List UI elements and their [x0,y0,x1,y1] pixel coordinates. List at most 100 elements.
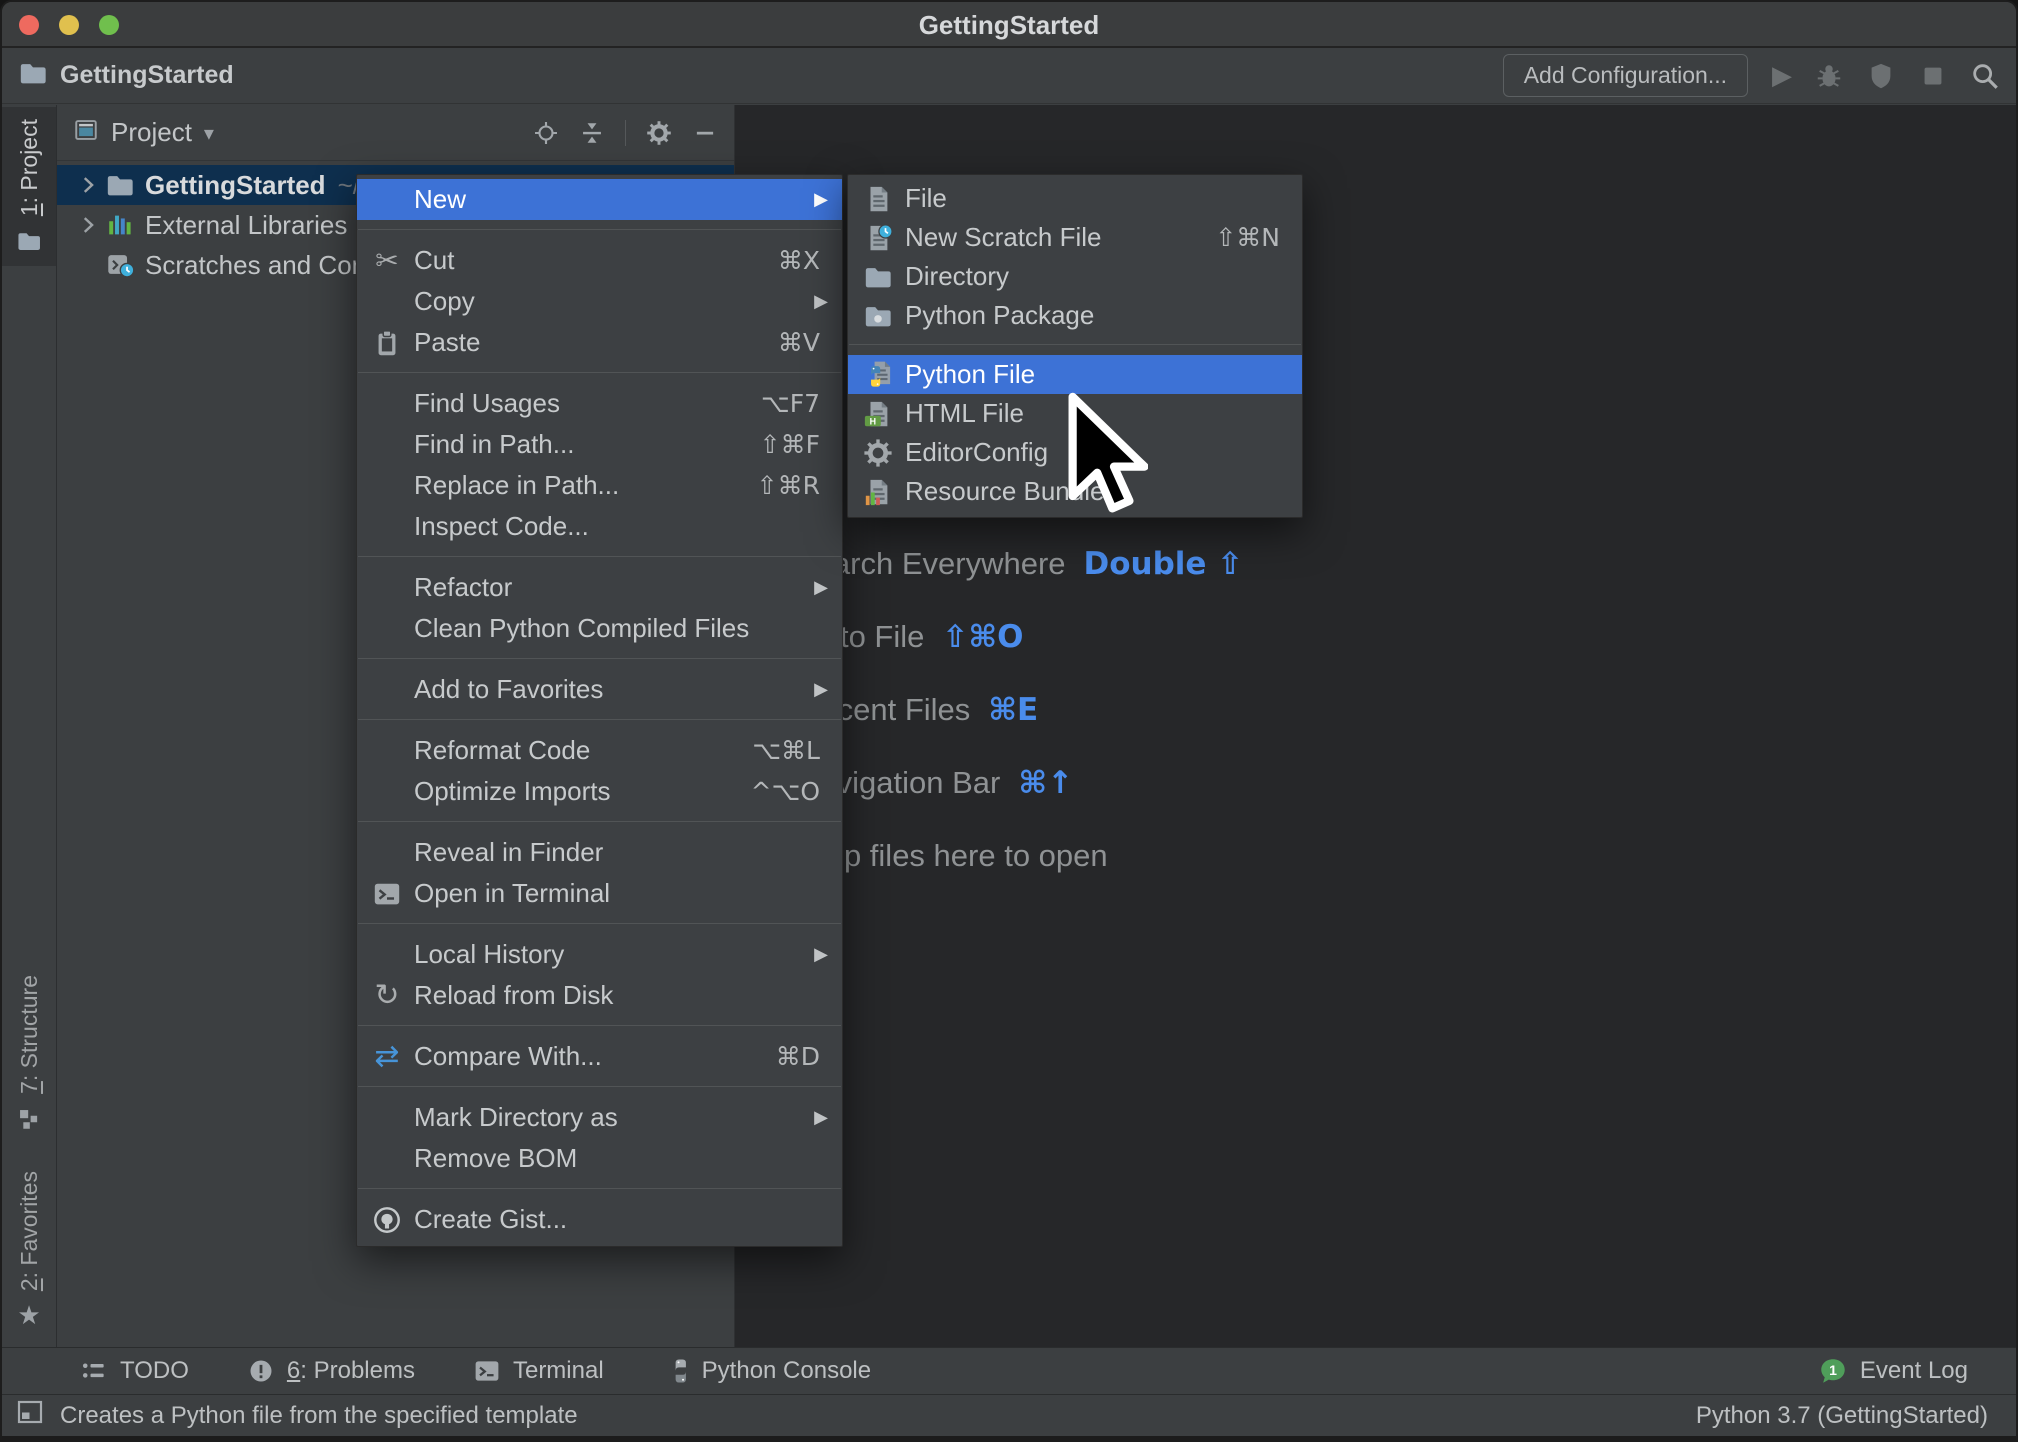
tool-stripe-label: 1: Project [16,119,43,216]
status-bar: Creates a Python file from the specified… [2,1394,2016,1436]
new-submenu-item-directory[interactable]: Directory [848,257,1302,296]
context-menu-item-replace-in-path[interactable]: Replace in Path... ⇧⌘R [357,465,842,506]
context-menu-item-remove-bom[interactable]: Remove BOM [357,1138,842,1179]
python-file-icon [861,360,895,390]
tool-window-button-python-console[interactable]: Python Console [662,1357,871,1385]
menu-item-shortcut: ⇧⌘R [757,471,820,500]
structure-icon [16,1106,42,1132]
file-icon [861,184,895,214]
expand-chevron-icon[interactable] [75,212,105,238]
menu-item-label: Replace in Path... [414,470,619,501]
editorconfig-icon [861,438,895,468]
chevron-down-icon[interactable]: ▾ [204,123,214,143]
context-menu-item-local-history[interactable]: Local History▶ [357,934,842,975]
context-menu-item-add-to-favorites[interactable]: Add to Favorites▶ [357,669,842,710]
tool-window-button-label: 6: Problems [287,1357,415,1385]
new-submenu-item-python-file[interactable]: Python File [848,355,1302,394]
context-menu-item-mark-directory-as[interactable]: Mark Directory as▶ [357,1097,842,1138]
menu-item-shortcut: ⌥⌘L [752,736,820,765]
search-icon[interactable] [1970,61,2000,91]
todo-icon [80,1357,108,1385]
tool-stripe-button-structure[interactable]: 7: Structure [2,963,56,1144]
menu-item-label: Python Package [905,300,1094,331]
debug-icon[interactable] [1814,61,1844,91]
refresh-icon: ↻ [370,981,404,1011]
menu-separator [358,1086,841,1087]
tool-window-button-todo[interactable]: TODO [80,1357,189,1385]
context-menu-item-inspect-code[interactable]: Inspect Code... [357,506,842,547]
new-submenu-item-python-package[interactable]: Python Package [848,296,1302,335]
event-log-button[interactable]: 1 Event Log [1818,1356,1968,1386]
scissors-icon: ✂ [370,247,404,275]
tool-window-button-label: Terminal [513,1357,604,1385]
project-folder-icon [18,58,48,93]
directory-icon [861,262,895,292]
menu-item-label: File [905,183,947,214]
menu-item-label: Optimize Imports [414,776,611,807]
context-menu-item-paste[interactable]: Paste⌘V [357,322,842,363]
context-menu-item-compare-with[interactable]: ⇄Compare With...⌘D [357,1036,842,1077]
window-title: GettingStarted [2,2,2016,48]
add-configuration-button[interactable]: Add Configuration... [1503,54,1748,97]
menu-item-label: Local History [414,939,564,970]
scratch-file-icon [861,223,895,253]
tool-stripe-label: 2: Favorites [16,1171,43,1291]
menu-item-label: Copy [414,286,475,317]
context-menu-item-refactor[interactable]: Refactor▶ [357,567,842,608]
github-icon [370,1205,404,1235]
collapse-all-icon[interactable] [579,120,605,146]
stop-icon[interactable] [1918,61,1948,91]
menu-separator [358,556,841,557]
context-menu-item-find-in-path[interactable]: Find in Path...⇧⌘F [357,424,842,465]
tool-window-button-problems[interactable]: 6: Problems [247,1357,415,1385]
new-submenu-item-file[interactable]: File [848,179,1302,218]
tool-stripe-button-favorites[interactable]: 2: Favorites ★ [2,1159,56,1341]
star-icon: ★ [17,1303,40,1329]
tool-window-toggle-icon[interactable] [14,1396,46,1435]
expand-chevron-icon[interactable] [75,172,105,198]
context-menu-item-new[interactable]: New▶ [357,179,842,220]
context-menu-item-reveal-in-finder[interactable]: Reveal in Finder [357,832,842,873]
menu-item-label: Remove BOM [414,1143,577,1174]
python-console-icon [662,1357,690,1385]
tool-stripe-button-project[interactable]: 1: Project [2,107,56,266]
context-menu-item-clean-python-compiled-files[interactable]: Clean Python Compiled Files [357,608,842,649]
tool-window-bar: TODO 6: Problems Terminal Python Console 1 Ev… [2,1347,2016,1394]
mouse-cursor [1052,390,1148,520]
context-menu-item-reformat-code[interactable]: Reformat Code⌥⌘L [357,730,842,771]
context-menu-item-optimize-imports[interactable]: Optimize Imports^⌥O [357,771,842,812]
settings-icon[interactable] [646,120,672,146]
new-submenu-item-new-scratch-file[interactable]: New Scratch File⇧⌘N [848,218,1302,257]
libraries-icon [105,210,135,240]
menu-item-label: Python File [905,359,1035,390]
project-panel-header: Project ▾ [57,105,734,161]
event-log-label: Event Log [1860,1357,1968,1385]
context-menu-item-create-gist[interactable]: Create Gist... [357,1199,842,1240]
menu-item-label: Compare With... [414,1041,602,1072]
context-menu-item-find-usages[interactable]: Find Usages⌥F7 [357,383,842,424]
menu-separator [358,1188,841,1189]
terminal-tool-icon [473,1357,501,1385]
python-interpreter-label[interactable]: Python 3.7 (GettingStarted) [1696,1402,1988,1430]
project-view-icon [73,117,99,148]
menu-item-shortcut: ⇧⌘F [760,430,820,459]
panel-icon [73,117,99,143]
menu-item-label: EditorConfig [905,437,1048,468]
run-with-coverage-icon[interactable] [1866,61,1896,91]
menu-item-label: Cut [414,245,454,276]
hide-icon[interactable] [692,120,718,146]
project-panel-title: Project [111,117,192,148]
context-menu-item-open-in-terminal[interactable]: Open in Terminal [357,873,842,914]
run-icon[interactable]: ▶ [1772,63,1792,89]
context-menu-item-reload-from-disk[interactable]: ↻Reload from Disk [357,975,842,1016]
tool-window-button-terminal[interactable]: Terminal [473,1357,604,1385]
locate-icon[interactable] [533,120,559,146]
problems-icon [247,1357,275,1385]
svg-text:1: 1 [1829,1362,1837,1378]
event-balloon-icon: 1 [1818,1356,1848,1386]
menu-separator [849,344,1301,345]
hint-shortcut: Double ⇧ [1084,546,1244,582]
context-menu-item-cut[interactable]: ✂Cut⌘X [357,240,842,281]
context-menu-item-copy[interactable]: Copy▶ [357,281,842,322]
pycharm-window: GettingStarted GettingStarted Add Config… [0,0,2018,1442]
